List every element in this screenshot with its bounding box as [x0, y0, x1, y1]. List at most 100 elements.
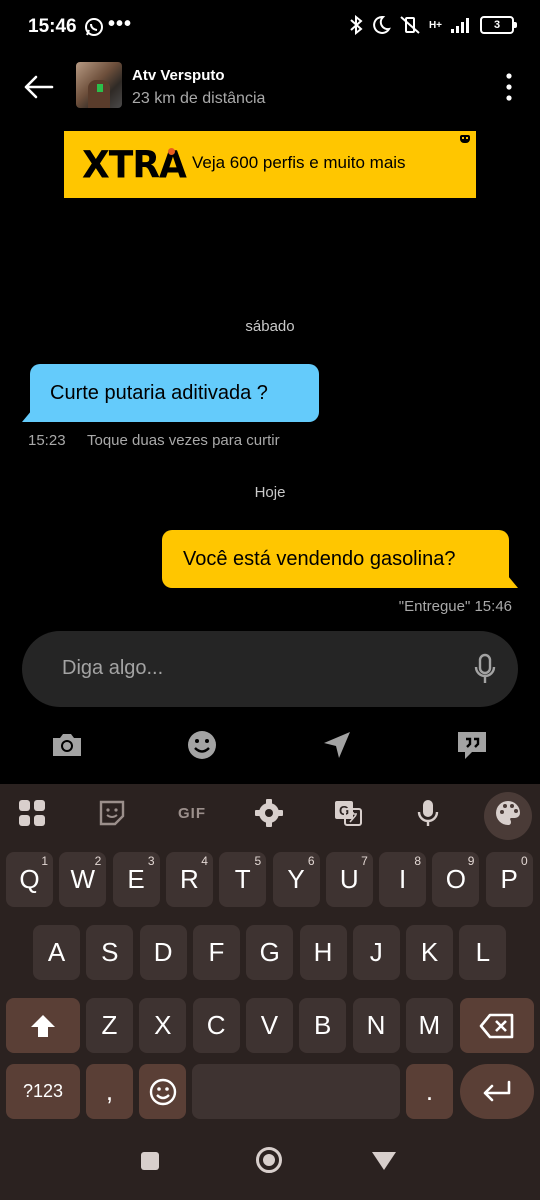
contact-name[interactable]: Atv Versputo: [132, 67, 225, 84]
contact-distance: 23 km de distância: [132, 90, 266, 107]
battery-level: 3: [493, 19, 501, 31]
backspace-key[interactable]: [460, 998, 534, 1053]
sticker-icon[interactable]: [97, 798, 127, 828]
key-h[interactable]: H: [299, 925, 347, 980]
system-navigation-bar: [0, 1130, 540, 1200]
key-number-hint: 0: [521, 854, 528, 868]
key-u[interactable]: U7: [325, 852, 373, 907]
key-y[interactable]: Y6: [272, 852, 320, 907]
key-label: E: [127, 864, 145, 894]
key-number-hint: 5: [254, 854, 262, 868]
key-g[interactable]: G: [246, 925, 294, 980]
period-key[interactable]: .: [406, 1064, 453, 1119]
symbols-key[interactable]: ?123: [6, 1064, 80, 1119]
translate-icon[interactable]: G: [333, 798, 363, 828]
double-tap-like-hint: Toque duas vezes para curtir: [87, 432, 280, 449]
key-label: Q: [19, 864, 40, 894]
key-label: T: [234, 864, 251, 894]
incoming-message-text: Curte putaria aditivada ?: [50, 381, 268, 404]
outgoing-message-status: "Entregue" 15:46: [398, 598, 512, 615]
location-icon[interactable]: [320, 728, 354, 762]
back-arrow-icon[interactable]: [22, 70, 56, 104]
key-number-hint: 6: [307, 854, 315, 868]
key-number-hint: 7: [361, 854, 368, 868]
xtra-logo-dot: [168, 148, 175, 155]
key-j[interactable]: J: [352, 925, 400, 980]
key-a[interactable]: A: [33, 925, 80, 980]
settings-gear-icon[interactable]: [254, 798, 284, 828]
bluetooth-icon: [350, 15, 363, 35]
apps-grid-icon[interactable]: [17, 798, 47, 828]
palette-icon[interactable]: [493, 798, 523, 828]
saved-phrases-icon[interactable]: [455, 728, 489, 762]
backspace-icon: [479, 1013, 514, 1038]
key-x[interactable]: X: [139, 998, 187, 1053]
more-options-icon[interactable]: [506, 72, 512, 102]
network-type: H+: [428, 19, 442, 31]
whatsapp-icon: [85, 18, 103, 36]
emoji-icon[interactable]: [185, 728, 219, 762]
contact-avatar[interactable]: [76, 62, 122, 108]
key-q[interactable]: Q1: [6, 852, 53, 907]
key-label: I: [398, 864, 407, 894]
key-l[interactable]: L: [459, 925, 507, 980]
keyboard-toolbar: GIF G: [0, 784, 540, 844]
key-k[interactable]: K: [406, 925, 454, 980]
key-label: W: [70, 864, 96, 894]
ad-text: Veja 600 perfis e muito mais: [192, 153, 406, 172]
key-d[interactable]: D: [139, 925, 187, 980]
key-r[interactable]: R4: [165, 852, 213, 907]
key-t[interactable]: T5: [219, 852, 267, 907]
chat-header: Atv Versputo 23 km de distância: [0, 56, 540, 120]
gif-button[interactable]: GIF: [172, 798, 212, 828]
shift-key[interactable]: [6, 998, 80, 1053]
xtra-ad-banner[interactable]: XTRA Veja 600 perfis e muito mais: [64, 131, 476, 198]
key-e[interactable]: E3: [112, 852, 160, 907]
camera-icon[interactable]: [50, 728, 84, 762]
key-s[interactable]: S: [86, 925, 134, 980]
key-p[interactable]: P0: [485, 852, 533, 907]
message-input-placeholder: Diga algo...: [62, 657, 164, 679]
shift-arrow-icon: [31, 1014, 55, 1037]
key-label: U: [339, 864, 359, 894]
key-m[interactable]: M: [405, 998, 453, 1053]
enter-key[interactable]: [460, 1064, 534, 1119]
key-o[interactable]: O9: [432, 852, 480, 907]
home-button[interactable]: [256, 1147, 282, 1173]
emoji-key-icon: [149, 1078, 176, 1105]
emoji-key[interactable]: [139, 1064, 186, 1119]
key-n[interactable]: N: [352, 998, 400, 1053]
key-number-hint: 2: [94, 854, 102, 868]
key-number-hint: 4: [201, 854, 208, 868]
key-label: Y: [287, 864, 305, 894]
key-label: R: [180, 864, 199, 894]
key-number-hint: 3: [147, 854, 155, 868]
chat-action-row: [0, 728, 540, 768]
outgoing-message-text: Você está vendendo gasolina?: [183, 547, 456, 570]
moon-icon: [373, 15, 391, 34]
key-c[interactable]: C: [192, 998, 240, 1053]
comma-key[interactable]: ,: [86, 1064, 133, 1119]
outgoing-message-bubble[interactable]: Você está vendendo gasolina?: [162, 530, 518, 588]
message-input[interactable]: Diga algo...: [22, 631, 518, 707]
key-number-hint: 9: [467, 854, 475, 868]
status-time: 15:46: [28, 16, 77, 37]
microphone-icon[interactable]: [474, 653, 496, 685]
key-b[interactable]: B: [299, 998, 347, 1053]
grindr-mask-icon: [460, 135, 470, 143]
day-separator-saturday: sábado: [245, 318, 295, 335]
incoming-message-bubble[interactable]: Curte putaria aditivada ?: [22, 364, 319, 422]
key-i[interactable]: I8: [379, 852, 427, 907]
enter-icon: [483, 1080, 511, 1101]
key-v[interactable]: V: [245, 998, 293, 1053]
key-w[interactable]: W2: [59, 852, 107, 907]
day-separator-today: Hoje: [254, 484, 286, 501]
recents-button[interactable]: [141, 1152, 159, 1170]
key-number-hint: 8: [414, 854, 422, 868]
key-f[interactable]: F: [192, 925, 240, 980]
voice-input-icon[interactable]: [413, 798, 443, 828]
space-key[interactable]: [192, 1064, 400, 1119]
back-button[interactable]: [372, 1152, 396, 1170]
battery-icon: 3: [480, 16, 517, 34]
key-z[interactable]: Z: [86, 998, 133, 1053]
